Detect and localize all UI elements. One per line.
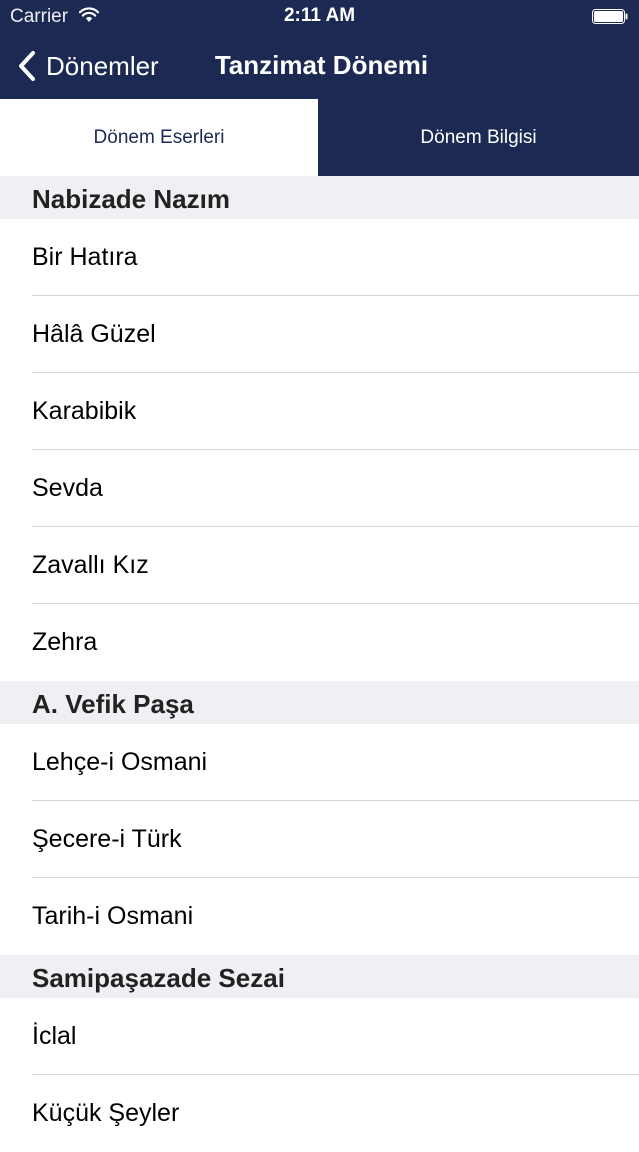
list-item[interactable]: Zavallı Kız [0, 527, 639, 604]
navigation-header: Carrier 2:11 AM Dönemler Tanzimat Dönemi [0, 0, 639, 99]
list-item[interactable]: Şecere-i Türk [0, 801, 639, 878]
list-item-label: Karabibik [32, 397, 137, 425]
list-item-label: Hâlâ Güzel [32, 320, 156, 348]
list-item[interactable]: Bir Hatıra [0, 219, 639, 296]
tab-donem-bilgisi[interactable]: Dönem Bilgisi [318, 99, 639, 176]
section-header-label: Nabizade Nazım [32, 184, 230, 214]
list-item[interactable]: Sevda [0, 450, 639, 527]
tab-donem-eserleri[interactable]: Dönem Eserleri [0, 99, 318, 176]
list-item-label: Zavallı Kız [32, 551, 149, 579]
list-item[interactable]: Tarih-i Osmani [0, 878, 639, 955]
segmented-tabs: Dönem Eserleri Dönem Bilgisi [0, 99, 639, 176]
section-header: Samipaşazade Sezai [0, 955, 639, 998]
section-header-label: A. Vefik Paşa [32, 689, 194, 719]
list-item[interactable]: Zehra [0, 604, 639, 681]
status-bar: Carrier 2:11 AM [0, 0, 639, 34]
list-item[interactable]: Lehçe-i Osmani [0, 724, 639, 801]
list-item-label: Küçük Şeyler [32, 1099, 180, 1127]
list-item[interactable]: Karabibik [0, 373, 639, 450]
list-item[interactable]: Küçük Şeyler [0, 1075, 639, 1152]
list-item[interactable]: Hâlâ Güzel [0, 296, 639, 373]
page-title: Tanzimat Dönemi [214, 50, 429, 80]
list-item-label: Lehçe-i Osmani [32, 748, 208, 776]
section-header-label: Samipaşazade Sezai [32, 963, 285, 993]
section-header: Nabizade Nazım [0, 176, 639, 219]
works-list: Nabizade Nazım Bir Hatıra Hâlâ Güzel Kar… [0, 176, 639, 1152]
battery-icon [592, 9, 628, 24]
nav-bar: Dönemler Tanzimat Dönemi [0, 34, 639, 99]
list-item-label: İclal [32, 1022, 77, 1050]
list-item-label: Zehra [32, 628, 98, 656]
section-header: A. Vefik Paşa [0, 681, 639, 724]
list-item-label: Şecere-i Türk [32, 825, 182, 853]
list-item[interactable]: İclal [0, 998, 639, 1075]
list-item-label: Sevda [32, 474, 103, 502]
list-item-label: Tarih-i Osmani [32, 902, 194, 930]
status-time: 2:11 AM [283, 5, 356, 26]
list-item-label: Bir Hatıra [32, 243, 138, 271]
